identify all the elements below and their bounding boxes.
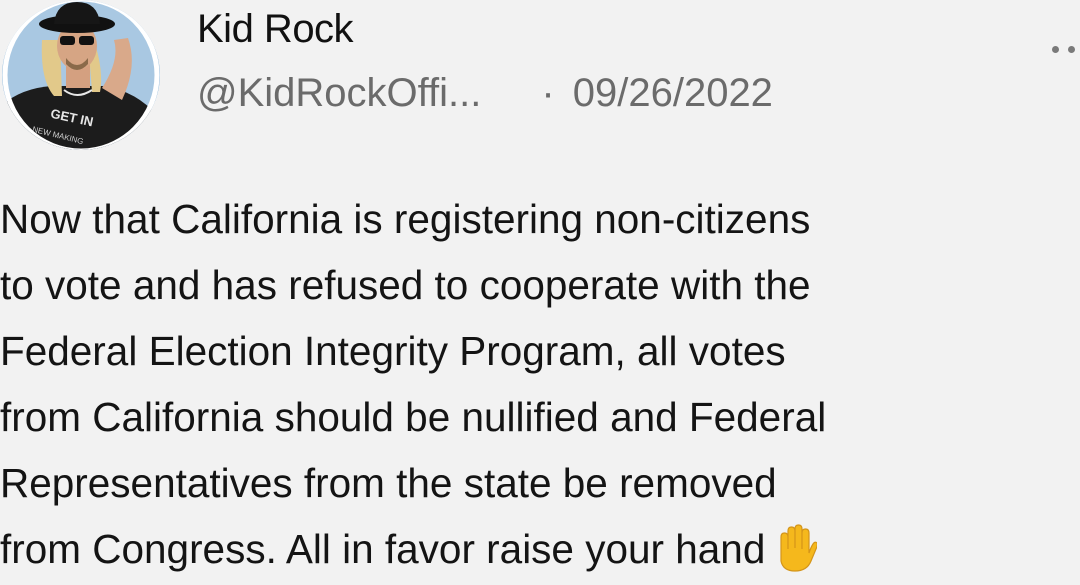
tweet-text-line: Federal Election Integrity Program, all … bbox=[0, 328, 786, 374]
avatar[interactable]: GET IN NEW MAKING bbox=[2, 0, 160, 150]
tweet-text-line: from Congress. All in favor raise your h… bbox=[0, 526, 766, 572]
tweet-text-last-line: from Congress. All in favor raise your h… bbox=[0, 516, 1080, 582]
tweet-card: GET IN NEW MAKING Kid Rock @KidRockOffi.… bbox=[0, 0, 1080, 585]
tweet-text: Now that California is registering non-c… bbox=[0, 186, 1080, 582]
raised-hand-icon bbox=[773, 523, 819, 573]
tweet-meta: @KidRockOffi... · 09/26/2022 bbox=[197, 70, 773, 116]
tweet-text-line: Representatives from the state be remove… bbox=[0, 460, 777, 506]
tweet-text-line: to vote and has refused to cooperate wit… bbox=[0, 262, 811, 308]
display-name[interactable]: Kid Rock bbox=[197, 6, 354, 52]
avatar-image: GET IN NEW MAKING bbox=[2, 0, 160, 150]
tweet-text-line: from California should be nullified and … bbox=[0, 394, 827, 440]
tweet-date[interactable]: 09/26/2022 bbox=[573, 70, 773, 116]
more-options-icon[interactable] bbox=[1046, 46, 1080, 56]
user-handle[interactable]: @KidRockOffi... bbox=[197, 70, 481, 116]
meta-separator: · bbox=[541, 71, 555, 115]
tweet-text-line: Now that California is registering non-c… bbox=[0, 196, 811, 242]
